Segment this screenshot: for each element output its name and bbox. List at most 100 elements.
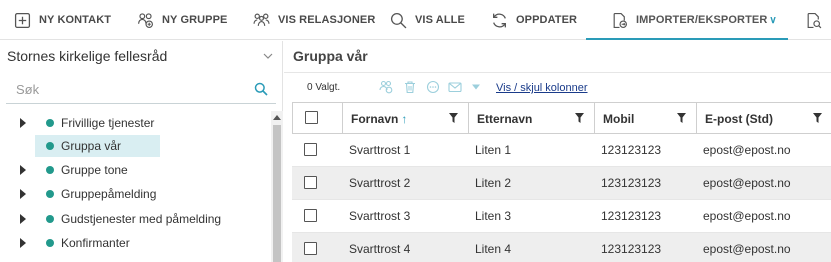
tree-node-label: Gudstjenester med påmelding — [61, 212, 222, 226]
import-export-button[interactable]: IMPORTER/EKSPORTER ∨ — [611, 0, 777, 40]
tree-node-label: Frivillige tjenester — [61, 116, 155, 130]
column-header-epost[interactable]: E-post (Std) — [696, 103, 831, 133]
chevron-down-icon: ∨ — [769, 14, 777, 26]
tree-node[interactable]: Gudstjenester med påmelding — [0, 208, 270, 230]
filter-icon[interactable] — [449, 113, 458, 123]
cell-etternavn: Liten 1 — [467, 134, 593, 166]
new-group-button[interactable]: NY GRUPPE — [137, 0, 228, 40]
row-select-cell — [292, 167, 342, 199]
cell-fornavn: Svarttrost 2 — [341, 167, 467, 199]
cell-etternavn: Liten 2 — [467, 167, 593, 199]
tree-node-selected[interactable]: Gruppa vår — [0, 135, 270, 157]
expand-arrow-icon[interactable] — [20, 118, 26, 128]
column-header-mobil[interactable]: Mobil — [594, 103, 696, 133]
cell-mobil: 123123123 — [593, 167, 695, 199]
organization-selector[interactable]: Stornes kirkelige fellesråd — [7, 48, 167, 64]
caret-down-icon[interactable] — [471, 82, 481, 92]
group-dot-icon — [46, 190, 54, 198]
tree-node[interactable]: Konfirmanter — [0, 232, 270, 254]
filter-icon[interactable] — [575, 113, 584, 123]
column-header-label: E-post (Std) — [705, 112, 773, 126]
scroll-up-icon[interactable] — [273, 115, 281, 120]
cell-text: 123123123 — [601, 242, 662, 256]
import-export-icon — [613, 12, 627, 28]
active-tab-indicator — [586, 38, 788, 40]
cell-text: Liten 4 — [475, 242, 512, 256]
table-row[interactable]: Svarttrost 3 Liten 3 123123123 epost@epo… — [292, 200, 831, 233]
search-icon[interactable] — [254, 82, 268, 96]
tree-node-label: Gruppepåmelding — [61, 187, 157, 201]
column-header-etternavn[interactable]: Etternavn — [468, 103, 594, 133]
cell-text: Svarttrost 3 — [349, 209, 411, 223]
cell-etternavn: Liten 3 — [467, 200, 593, 232]
relations-icon — [253, 13, 270, 26]
cell-epost: epost@epost.no — [695, 200, 831, 232]
new-contact-button[interactable]: NY KONTAKT — [14, 0, 111, 40]
cell-epost: epost@epost.no — [695, 233, 831, 262]
cell-text: Svarttrost 1 — [349, 143, 411, 157]
expand-arrow-icon[interactable] — [20, 189, 26, 199]
cell-text: Svarttrost 4 — [349, 242, 411, 256]
import-export-label: IMPORTER/EKSPORTER — [636, 14, 768, 26]
cell-text: 123123123 — [601, 143, 662, 157]
tree-search-input[interactable] — [6, 76, 236, 102]
cell-etternavn: Liten 4 — [467, 233, 593, 262]
cell-mobil: 123123123 — [593, 134, 695, 166]
chat-icon[interactable] — [426, 80, 440, 94]
search-icon — [390, 12, 407, 28]
cell-mobil: 123123123 — [593, 200, 695, 232]
email-icon[interactable] — [448, 80, 462, 94]
group-dot-icon — [46, 119, 54, 127]
expand-arrow-icon[interactable] — [20, 238, 26, 248]
cell-text: epost@epost.no — [703, 209, 791, 223]
show-relations-button[interactable]: VIS RELASJONER — [253, 0, 375, 40]
tree-node-label: Konfirmanter — [61, 236, 130, 250]
table-row[interactable]: Svarttrost 4 Liten 4 123123123 epost@epo… — [292, 233, 831, 262]
filter-icon[interactable] — [813, 113, 822, 123]
expand-arrow-icon[interactable] — [20, 165, 26, 175]
trash-icon[interactable] — [403, 80, 417, 94]
chevron-down-icon[interactable] — [263, 51, 273, 61]
cell-fornavn: Svarttrost 3 — [341, 200, 467, 232]
row-checkbox[interactable] — [304, 209, 317, 222]
document-search-icon — [807, 12, 822, 28]
cell-fornavn: Svarttrost 4 — [341, 233, 467, 262]
new-group-label: NY GRUPPE — [162, 14, 228, 26]
table-row[interactable]: Svarttrost 2 Liten 2 123123123 epost@epo… — [292, 167, 831, 200]
row-checkbox[interactable] — [304, 176, 317, 189]
page-title: Gruppa vår — [293, 48, 368, 64]
scrollbar-thumb[interactable] — [273, 125, 281, 262]
column-header-label: Mobil — [603, 112, 635, 126]
filter-icon[interactable] — [677, 113, 686, 123]
cell-text: 123123123 — [601, 209, 662, 223]
tree-scrollbar[interactable] — [271, 111, 283, 262]
expand-arrow-icon[interactable] — [20, 214, 26, 224]
row-select-cell — [292, 200, 342, 232]
row-select-cell — [292, 134, 342, 166]
show-relations-label: VIS RELASJONER — [278, 14, 376, 26]
group-dot-icon — [46, 239, 54, 247]
cell-text: Svarttrost 2 — [349, 176, 411, 190]
show-all-button[interactable]: VIS ALLE — [390, 0, 465, 40]
group-members-icon[interactable] — [379, 80, 393, 94]
tree-node-label: Gruppe tone — [61, 163, 128, 177]
cell-epost: epost@epost.no — [695, 167, 831, 199]
tree-node[interactable]: Gruppepåmelding — [0, 183, 270, 205]
select-all-checkbox[interactable] — [305, 111, 318, 124]
column-header-label: Fornavn ↑ — [351, 112, 407, 126]
refresh-button[interactable]: OPPDATER — [491, 0, 577, 40]
row-checkbox[interactable] — [304, 242, 317, 255]
column-header-label: Etternavn — [477, 112, 533, 126]
table-row[interactable]: Svarttrost 1 Liten 1 123123123 epost@epo… — [292, 134, 831, 167]
document-search-button[interactable] — [805, 0, 822, 40]
column-header-fornavn[interactable]: Fornavn ↑ — [342, 103, 468, 133]
column-header-text: Fornavn — [351, 112, 399, 126]
toggle-columns-link[interactable]: Vis / skjul kolonner — [496, 82, 588, 94]
tree-node[interactable]: Gruppe tone — [0, 159, 270, 181]
row-checkbox[interactable] — [304, 143, 317, 156]
group-dot-icon — [46, 142, 54, 150]
toolbar: NY KONTAKT NY GRUPPE VIS RELASJONER VIS … — [0, 0, 831, 40]
cell-text: Liten 1 — [475, 143, 512, 157]
tree-node[interactable]: Frivillige tjenester — [0, 112, 270, 134]
tree-node-label: Gruppa vår — [61, 139, 122, 153]
